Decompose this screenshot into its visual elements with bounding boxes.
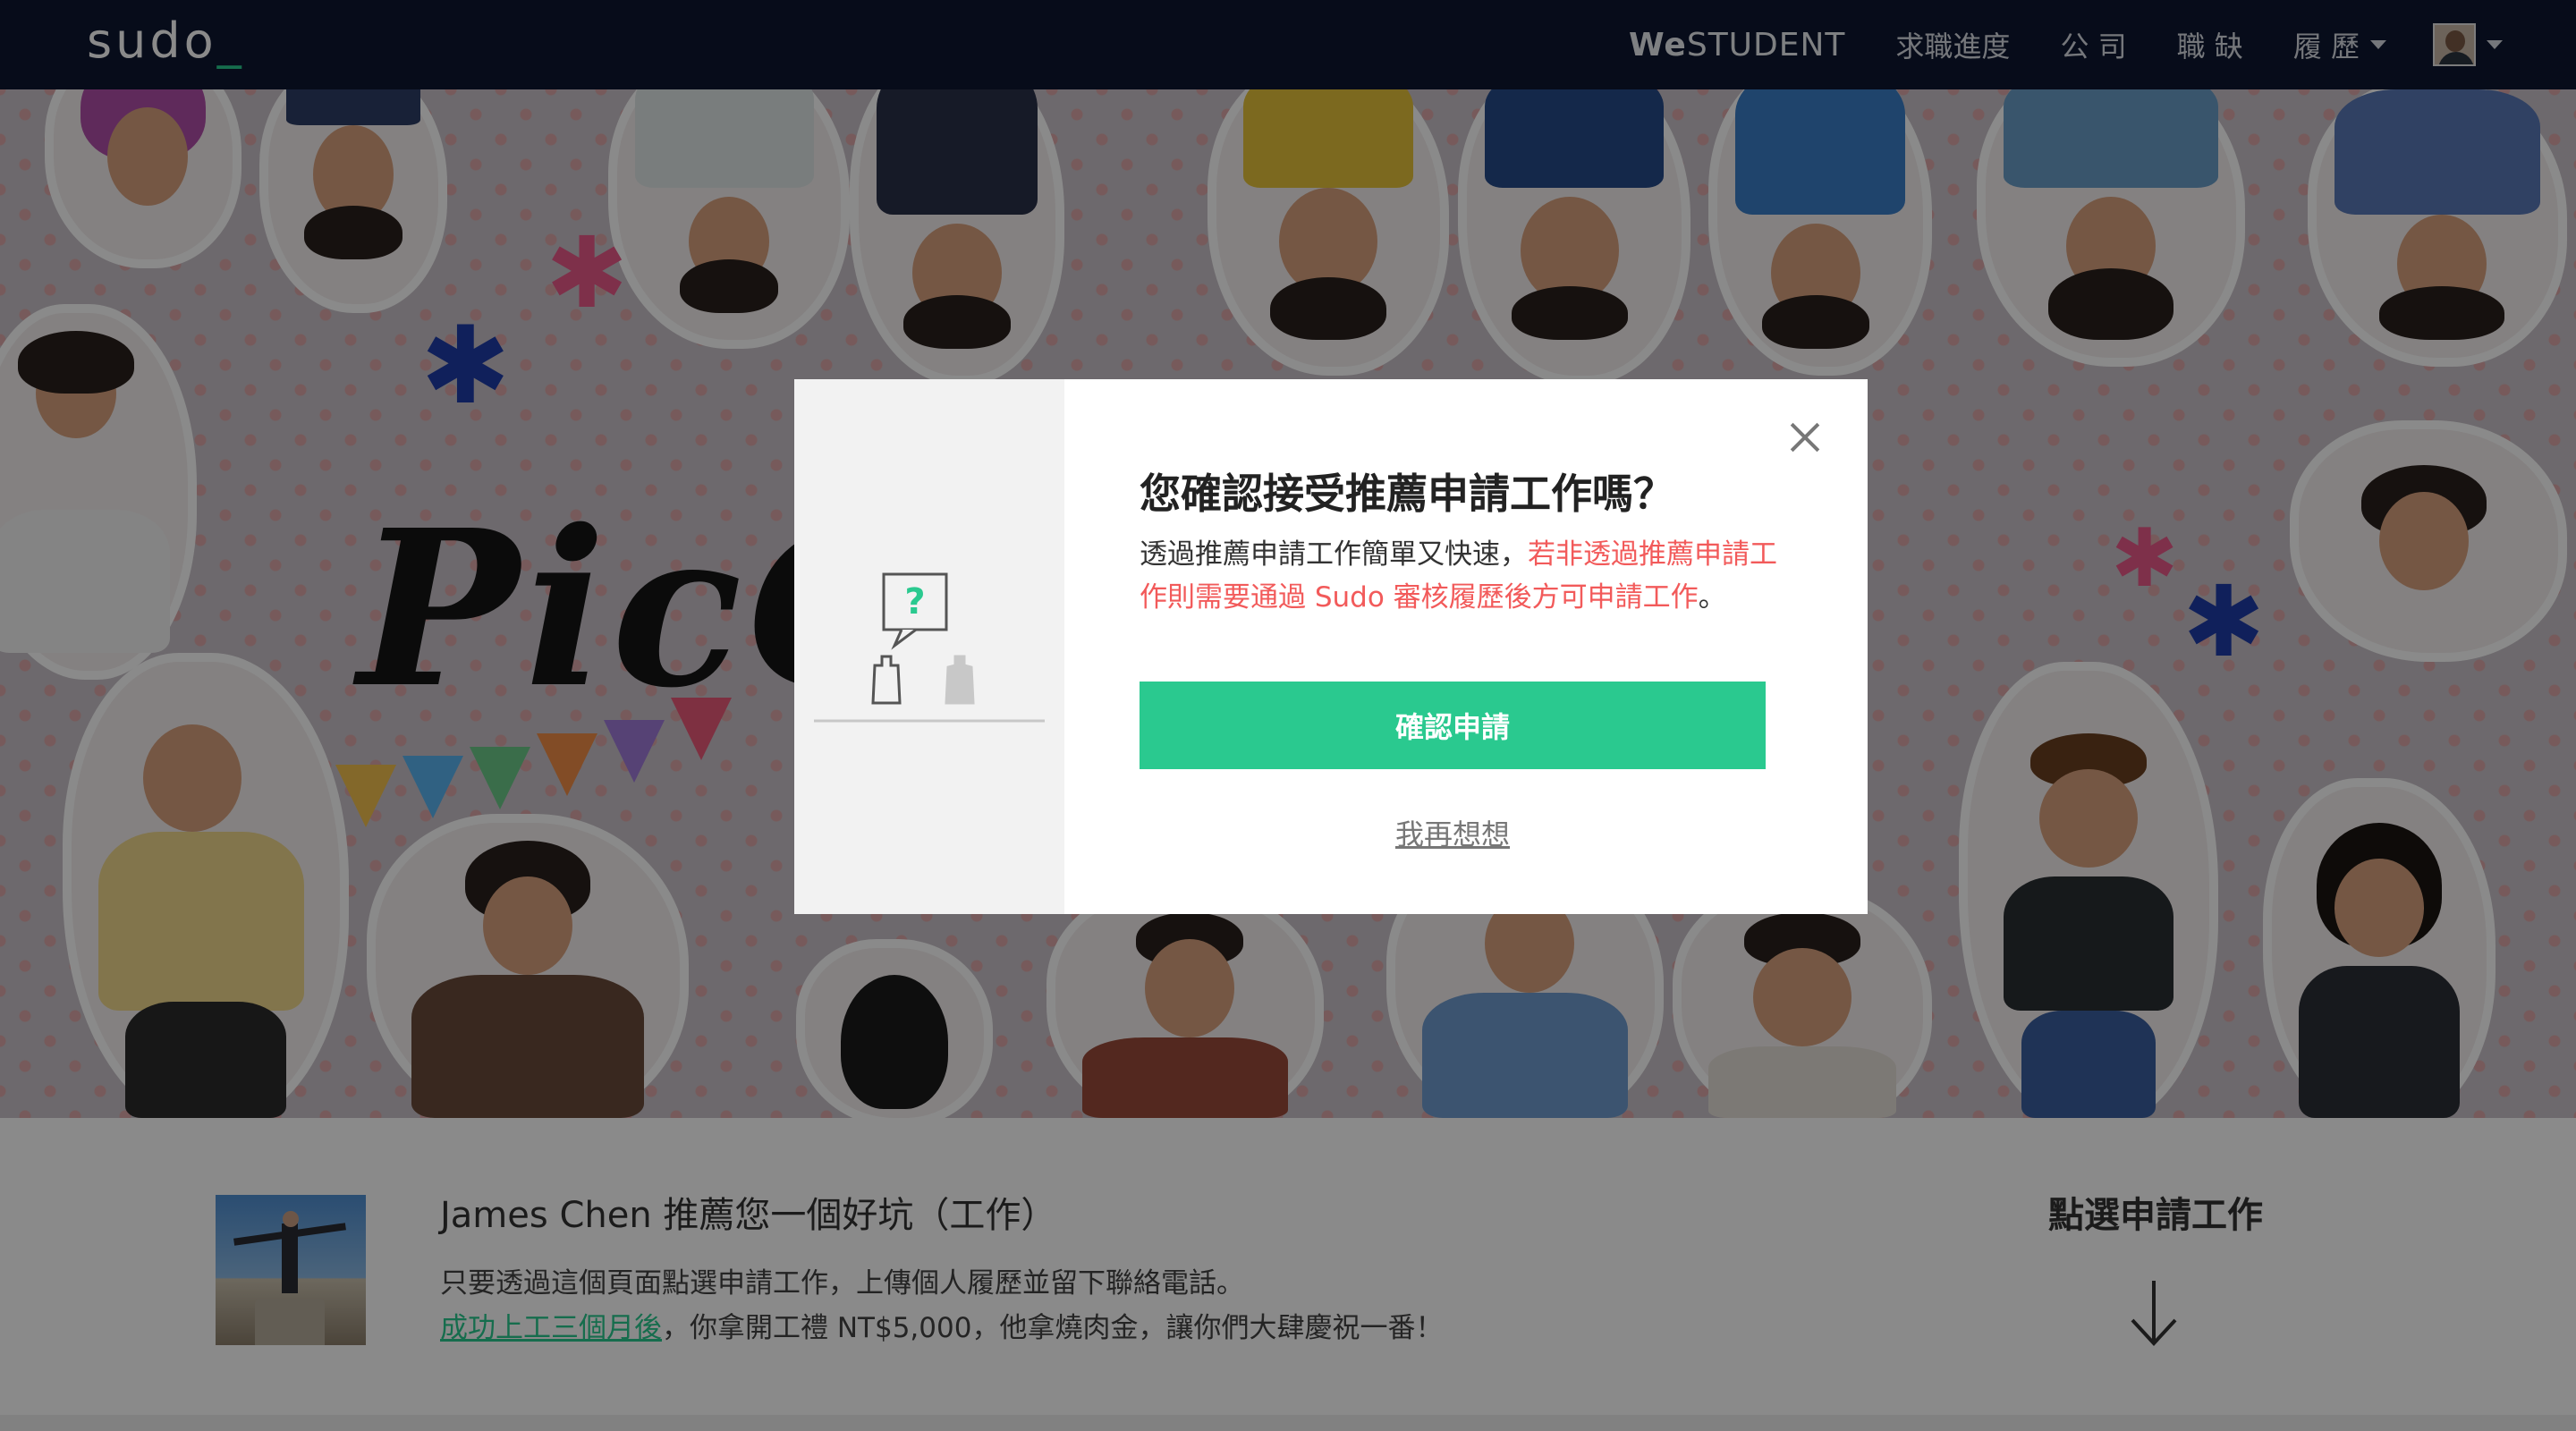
close-icon[interactable] — [1782, 415, 1826, 460]
modal-title: 您確認接受推薦申請工作嗎？ — [1140, 470, 1674, 518]
modal-message: 透過推薦申請工作簡單又快速，若非透過推薦申請工作則需要通過 Sudo 審核履歷後… — [1140, 533, 1792, 619]
reconsider-link[interactable]: 我再想想 — [1140, 812, 1766, 853]
confirm-referral-modal: ? 您確認接受推薦申請工作嗎？ 透過推薦申請工作簡單又快速，若非透過推薦申請工作… — [794, 379, 1868, 914]
modal-message-end: 。 — [1698, 581, 1726, 614]
modal-message-normal: 透過推薦申請工作簡單又快速， — [1140, 538, 1528, 571]
modal-content: 您確認接受推薦申請工作嗎？ 透過推薦申請工作簡單又快速，若非透過推薦申請工作則需… — [794, 379, 1868, 914]
confirm-apply-button[interactable]: 確認申請 — [1140, 682, 1766, 769]
